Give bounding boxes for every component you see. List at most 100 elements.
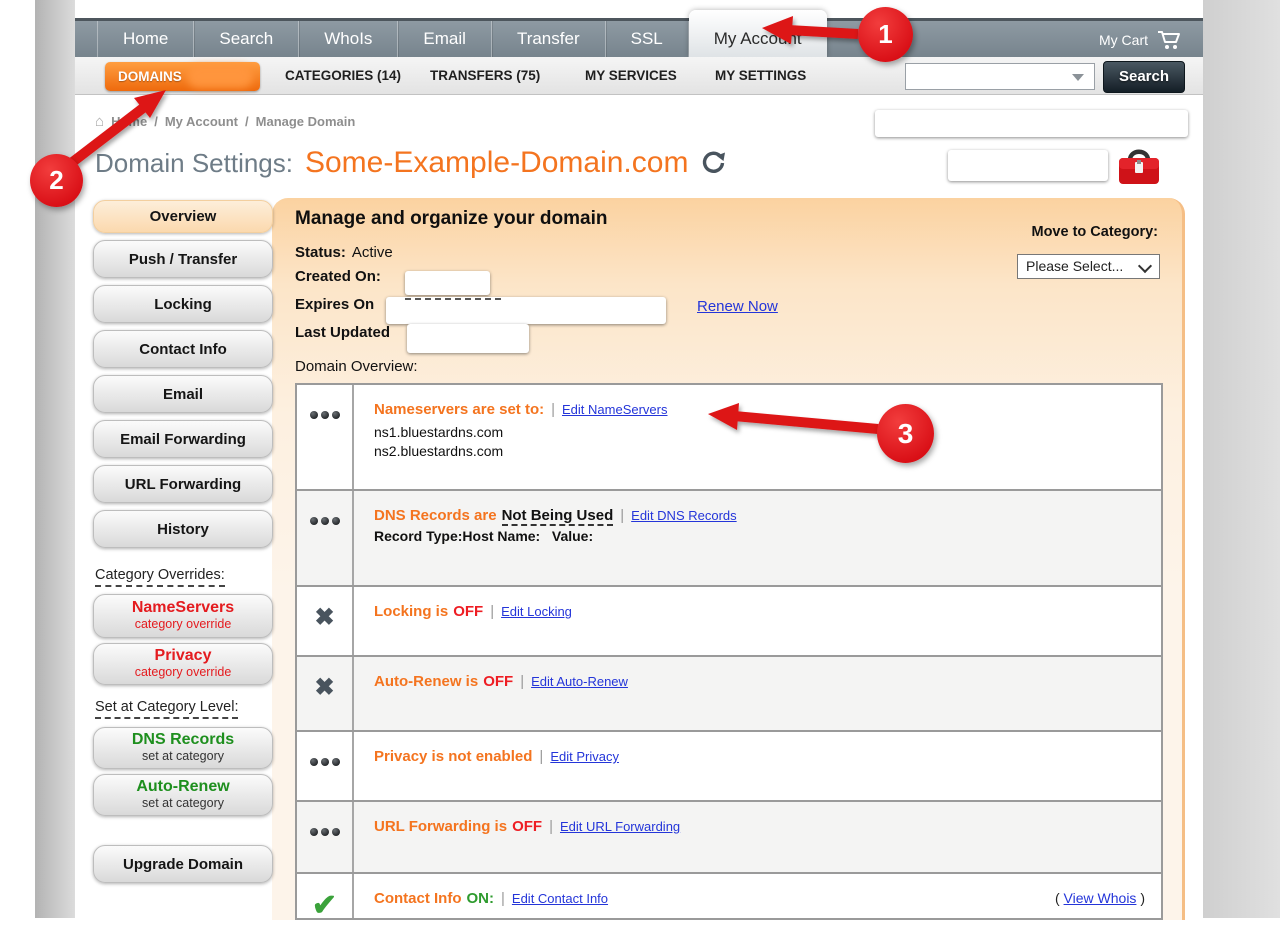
breadcrumb-my-account[interactable]: My Account (165, 114, 238, 129)
view-whois-link[interactable]: View Whois (1064, 890, 1137, 906)
dots-icon (297, 802, 354, 872)
view-whois-wrapper: ( View Whois ) (1055, 890, 1145, 906)
subnav-domains-button[interactable]: DOMAINS (105, 62, 260, 91)
last-updated-label: Last Updated (295, 324, 390, 341)
sidebar-item-overview[interactable]: Overview (93, 200, 273, 233)
tab-ssl[interactable]: SSL (606, 21, 689, 57)
table-row-url-forwarding: URL Forwarding isOFF|Edit URL Forwarding (297, 800, 1161, 872)
cart-icon (1157, 30, 1181, 50)
redacted-domain-count (187, 65, 253, 88)
tab-search[interactable]: Search (194, 21, 299, 57)
move-to-category-label: Move to Category: (1032, 224, 1159, 240)
cross-icon: ✖ (297, 587, 354, 655)
table-row-privacy: Privacy is not enabled | Edit Privacy (297, 730, 1161, 800)
edit-locking-link[interactable]: Edit Locking (501, 604, 572, 619)
sidebar-item-dns-records-category[interactable]: DNS Records set at category (93, 727, 273, 769)
tab-home[interactable]: Home (97, 21, 194, 57)
toolbox-icon[interactable] (1116, 144, 1162, 188)
page: Home Search WhoIs Email Transfer SSL My … (0, 0, 1287, 931)
renew-now-link[interactable]: Renew Now (697, 298, 778, 315)
sidebar-item-email-forwarding[interactable]: Email Forwarding (93, 420, 273, 458)
category-subtitle: set at category (142, 749, 224, 763)
domains-label: DOMAINS (118, 69, 182, 84)
last-updated-line: Last Updated (295, 324, 396, 341)
expires-on-label: Expires On (295, 296, 374, 313)
my-cart-button[interactable]: My Cart (1099, 30, 1181, 50)
row-status: OFF (512, 818, 542, 835)
category-title: DNS Records (132, 732, 234, 749)
row-status: ON: (467, 890, 495, 907)
breadcrumb-separator: / (245, 114, 249, 129)
row-status: OFF (453, 603, 483, 620)
edit-privacy-link[interactable]: Edit Privacy (550, 749, 619, 764)
separator: | (520, 673, 524, 690)
cross-icon: ✖ (297, 657, 354, 730)
override-title: Privacy (155, 648, 212, 665)
left-margin-band (35, 0, 75, 918)
right-margin-band (1203, 0, 1280, 918)
tab-whois[interactable]: WhoIs (299, 21, 398, 57)
nameserver-1: ns1.bluestardns.com (374, 424, 1141, 440)
override-subtitle: category override (135, 617, 232, 631)
override-title: NameServers (132, 600, 234, 617)
subnav-transfers[interactable]: TRANSFERS (75) (430, 57, 540, 95)
status-value: Active (352, 244, 393, 261)
sidebar-item-push-transfer[interactable]: Push / Transfer (93, 240, 273, 278)
edit-dns-records-link[interactable]: Edit DNS Records (631, 508, 736, 523)
paren-open: ( (1055, 890, 1060, 906)
row-label: Nameservers are set to: (374, 401, 544, 418)
tab-transfer[interactable]: Transfer (492, 21, 606, 57)
dots-icon (297, 732, 354, 800)
edit-contact-info-link[interactable]: Edit Contact Info (512, 891, 608, 906)
nameserver-2: ns2.bluestardns.com (374, 443, 1141, 459)
edit-nameservers-link[interactable]: Edit NameServers (562, 402, 667, 417)
breadcrumb-manage-domain: Manage Domain (256, 114, 356, 129)
dots-icon (297, 491, 354, 585)
dns-record-columns: Record Type:Host Name: Value: (374, 528, 1141, 544)
search-button[interactable]: Search (1103, 61, 1185, 93)
sidebar-item-email[interactable]: Email (93, 375, 273, 413)
refresh-icon[interactable] (700, 150, 726, 176)
dashed-underline (405, 298, 501, 300)
chevron-down-icon (1138, 259, 1152, 273)
breadcrumb-home[interactable]: Home (111, 114, 147, 129)
edit-auto-renew-link[interactable]: Edit Auto-Renew (531, 674, 628, 689)
separator: | (620, 507, 624, 524)
domain-overview-table: Nameservers are set to: | Edit NameServers… (295, 383, 1163, 920)
status-line: Status:Active (295, 244, 393, 261)
subnav-my-services[interactable]: MY SERVICES (585, 57, 677, 95)
category-select[interactable]: Please Select... (1017, 254, 1160, 279)
subnav-categories[interactable]: CATEGORIES (14) (285, 57, 401, 95)
check-icon: ✔ (297, 874, 354, 920)
sidebar-item-url-forwarding[interactable]: URL Forwarding (93, 465, 273, 503)
sidebar-item-auto-renew-category[interactable]: Auto-Renew set at category (93, 774, 273, 816)
override-subtitle: category override (135, 665, 232, 679)
table-row-nameservers: Nameservers are set to: | Edit NameServers… (297, 385, 1161, 489)
category-title: Auto-Renew (136, 779, 229, 796)
row-label: Locking is (374, 603, 448, 620)
row-status: OFF (483, 673, 513, 690)
separator: | (551, 401, 555, 418)
sidebar-item-nameservers-override[interactable]: NameServers category override (93, 594, 273, 638)
domain-search-combobox[interactable] (905, 63, 1095, 90)
created-on-label: Created On: (295, 268, 381, 285)
sidebar-item-locking[interactable]: Locking (93, 285, 273, 323)
breadcrumb-separator: / (154, 114, 158, 129)
domain-name: Some-Example-Domain.com (305, 146, 688, 180)
separator: | (539, 748, 543, 765)
sidebar-item-history[interactable]: History (93, 510, 273, 548)
tab-my-account[interactable]: My Account (689, 10, 827, 57)
row-label: Privacy is not enabled (374, 748, 532, 765)
subnav-my-settings[interactable]: MY SETTINGS (715, 57, 806, 95)
sidebar-item-contact-info[interactable]: Contact Info (93, 330, 273, 368)
redacted-updated-date (407, 324, 529, 353)
table-row-dns-records: DNS Records areNot Being Used|Edit DNS R… (297, 489, 1161, 585)
page-title-prefix: Domain Settings: (95, 148, 293, 179)
separator: | (549, 818, 553, 835)
sidebar-item-privacy-override[interactable]: Privacy category override (93, 643, 273, 685)
category-subtitle: set at category (142, 796, 224, 810)
edit-url-forwarding-link[interactable]: Edit URL Forwarding (560, 819, 680, 834)
domain-overview-label: Domain Overview: (295, 358, 418, 375)
sidebar-item-upgrade-domain[interactable]: Upgrade Domain (93, 845, 273, 883)
tab-email[interactable]: Email (398, 21, 492, 57)
